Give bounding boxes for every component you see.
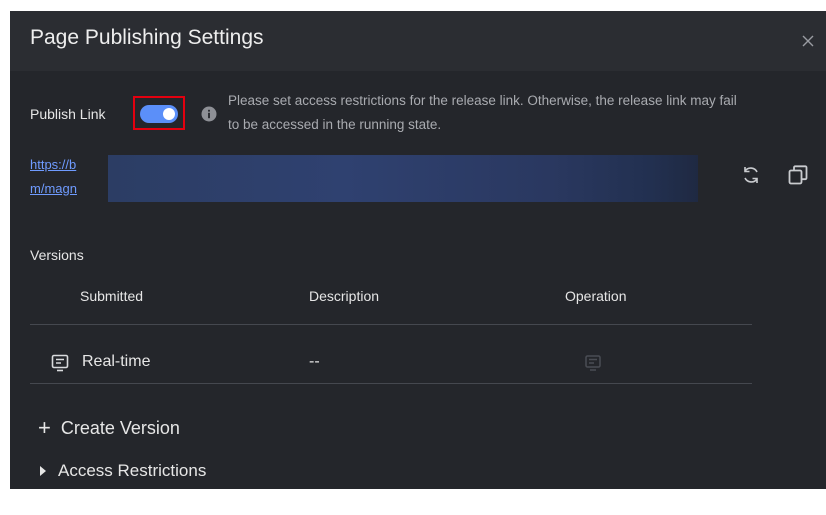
copy-icon[interactable] xyxy=(787,164,809,186)
close-icon[interactable] xyxy=(800,33,816,49)
create-version-button[interactable]: + Create Version xyxy=(38,414,180,440)
plus-icon: + xyxy=(38,415,51,440)
info-icon xyxy=(201,106,217,122)
publishing-settings-dialog: Page Publishing Settings Publish Link Pl… xyxy=(10,11,826,489)
dialog-header: Page Publishing Settings xyxy=(10,11,826,71)
refresh-icon[interactable] xyxy=(740,164,762,186)
preview-icon[interactable] xyxy=(584,354,602,372)
access-restriction-notice: Please set access restrictions for the r… xyxy=(228,93,737,132)
row-divider xyxy=(30,383,752,384)
publish-link-label: Publish Link xyxy=(30,106,106,122)
column-submitted: Submitted xyxy=(80,288,144,304)
row-submitted: Real-time xyxy=(82,353,151,370)
header-divider xyxy=(30,324,752,325)
release-link-line-2[interactable]: m/magn xyxy=(30,181,77,196)
column-operation: Operation xyxy=(565,288,627,304)
access-restrictions-toggle[interactable]: Access Restrictions xyxy=(40,461,206,481)
versions-label: Versions xyxy=(30,247,84,263)
access-restrictions-label: Access Restrictions xyxy=(58,461,207,480)
release-link-line-1[interactable]: https://b xyxy=(30,157,76,172)
row-description: -- xyxy=(309,353,320,370)
publish-link-toggle[interactable] xyxy=(140,105,178,123)
column-description: Description xyxy=(309,288,380,304)
toggle-highlight-frame xyxy=(133,96,185,130)
dialog-title: Page Publishing Settings xyxy=(30,26,264,49)
monitor-icon xyxy=(51,354,69,372)
create-version-label: Create Version xyxy=(60,418,180,438)
toggle-knob xyxy=(163,108,175,120)
caret-right-icon xyxy=(40,466,46,476)
redacted-link-mask xyxy=(108,155,698,202)
